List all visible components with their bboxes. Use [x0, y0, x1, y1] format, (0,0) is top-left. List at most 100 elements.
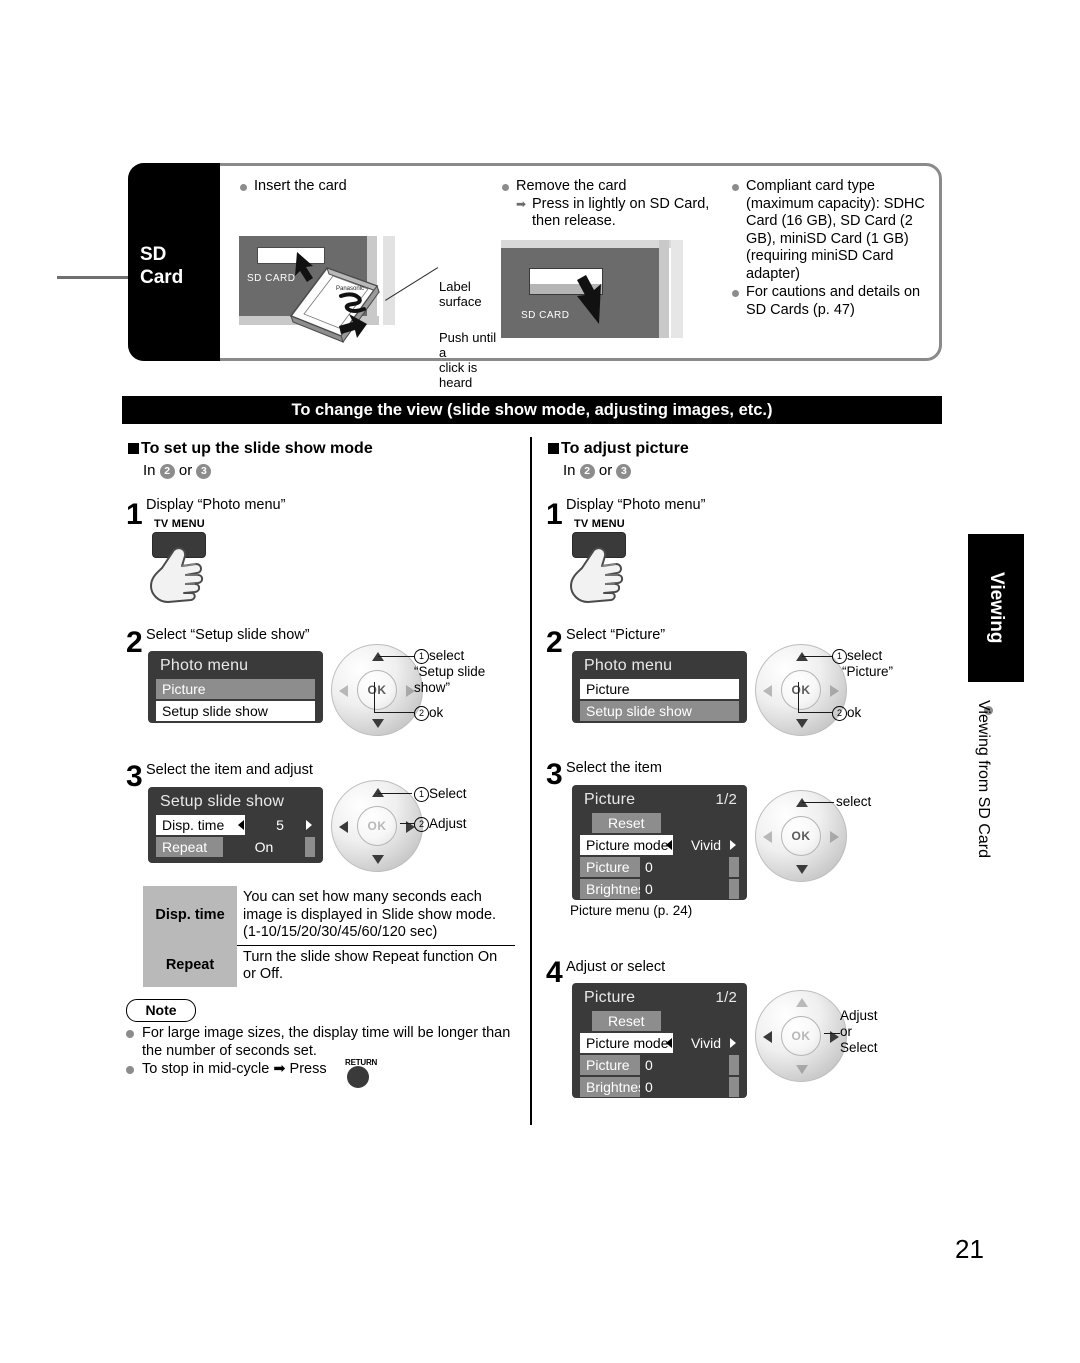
table-value-repeat: Turn the slide show Repeat function On o… [243, 948, 498, 983]
dpad-down-icon[interactable] [796, 719, 808, 728]
press-arrow-graphic [577, 275, 601, 324]
right-picture-menu-panel-2: 1/2 Picture Reset Picture mode Vivid Pic… [572, 983, 747, 1098]
dpad-ok-button[interactable]: OK [781, 670, 821, 710]
repeat-row[interactable]: Repeat On [156, 837, 315, 857]
dpad-down-icon[interactable] [796, 1065, 808, 1074]
brightness-value-2: 0 [640, 1077, 729, 1097]
picture-mode-row[interactable]: Picture mode Vivid [580, 835, 739, 855]
right-photo-menu-row-picture[interactable]: Picture [580, 679, 739, 699]
sd-tab-rule [57, 276, 129, 279]
left-step-3-number: 3 [126, 760, 143, 793]
left-photo-menu-title: Photo menu [160, 657, 249, 674]
dpad-down-icon[interactable] [796, 865, 808, 874]
right-column-heading: To adjust picture [548, 440, 689, 458]
circled-number-3: 3 [196, 464, 212, 479]
right-step-3-number: 3 [546, 758, 563, 791]
picture-mode-left-arrow-icon-2[interactable] [666, 1038, 672, 1048]
section-banner: To change the view (slide show mode, adj… [122, 396, 942, 424]
table-key-disp-time: Disp. time [143, 886, 237, 945]
dpad-ok-button[interactable]: OK [781, 816, 821, 856]
dpad-right-icon[interactable] [830, 831, 839, 843]
dpad-down-icon[interactable] [372, 855, 384, 864]
bullet-square-icon [548, 443, 559, 454]
left-step3-note-1: 1 Select [414, 786, 467, 802]
picture-level-row[interactable]: Picture 0 [580, 857, 739, 877]
picture-reset-button[interactable]: Reset [592, 813, 661, 833]
disp-time-right-arrow-icon[interactable] [306, 820, 312, 830]
disp-time-row[interactable]: Disp. time 5 [156, 815, 315, 835]
insert-card-heading: Insert the card [239, 178, 499, 196]
page-number: 21 [955, 1234, 984, 1264]
dpad-right-icon[interactable] [830, 685, 839, 697]
left-step2-leader-2 [374, 712, 414, 713]
right-step3-dpad[interactable]: OK [755, 790, 847, 882]
right-step-1-number: 1 [546, 498, 563, 531]
dpad-left-icon[interactable] [763, 1031, 772, 1043]
circled-number-3: 3 [616, 464, 632, 479]
dpad-ok-button[interactable]: OK [357, 670, 397, 710]
disp-time-value: 5 [245, 815, 315, 835]
left-photo-menu-row-picture[interactable]: Picture [156, 679, 315, 699]
circled-number-2: 2 [159, 464, 175, 479]
remove-card-detail: Press in lightly on SD Card, then releas… [516, 196, 731, 231]
right-tv-menu-button-group[interactable]: TV MENU [566, 518, 676, 608]
right-photo-menu-row-setup-slide-show[interactable]: Setup slide show [580, 701, 739, 721]
side-tab-subtitle-wrap: Viewing from SD Card [974, 700, 1004, 960]
picture-level-value-2: 0 [640, 1055, 729, 1075]
note-item-2: To stop in mid-cycle ➡ Press [126, 1060, 442, 1078]
dpad-ok-button[interactable]: OK [357, 806, 397, 846]
right-step4-dpad[interactable]: OK [755, 990, 847, 1082]
picture-level-value: 0 [640, 857, 729, 877]
right-picture-menu-title: 1/2 Picture [584, 791, 737, 808]
right-step2-leader-1 [802, 656, 832, 657]
side-tab-title: Viewing [986, 572, 1007, 644]
right-step-3-text: Select the item [566, 760, 662, 776]
dpad-left-icon[interactable] [763, 831, 772, 843]
table-key-repeat: Repeat [143, 945, 237, 987]
circled-number-2: 2 [579, 464, 595, 479]
picture-level-row-2[interactable]: Picture 0 [580, 1055, 739, 1075]
right-step-2-text: Select “Picture” [566, 627, 666, 643]
sd-tab-label-line2: Card [140, 267, 184, 288]
disp-time-left-arrow-icon[interactable] [238, 820, 244, 830]
left-tv-menu-button-group[interactable]: TV MENU [146, 518, 256, 608]
brightness-row[interactable]: Brightness 0 [580, 879, 739, 899]
table-row: Repeat Turn the slide show Repeat functi… [143, 945, 515, 987]
dpad-ok-button[interactable]: OK [781, 1016, 821, 1056]
brightness-row-2[interactable]: Brightness 0 [580, 1077, 739, 1097]
right-step2-leader-2 [798, 712, 832, 713]
right-step3-leader [802, 802, 834, 803]
right-photo-menu-title: Photo menu [584, 657, 673, 674]
tv-menu-label: TV MENU [574, 518, 625, 530]
dpad-up-icon[interactable] [796, 998, 808, 1007]
right-step2-note-2: 2 ok [832, 705, 861, 721]
right-step-2-number: 2 [546, 626, 563, 659]
right-step-4-text: Adjust or select [566, 959, 666, 975]
left-photo-menu-row-setup-slide-show[interactable]: Setup slide show [156, 701, 315, 721]
slide-show-settings-table: Disp. time You can set how many seconds … [143, 886, 515, 987]
picture-mode-row-2[interactable]: Picture mode Vivid [580, 1033, 739, 1053]
left-step2-dpad[interactable]: OK [331, 644, 423, 736]
return-button-icon[interactable] [347, 1066, 369, 1088]
tv-menu-label: TV MENU [154, 518, 205, 530]
table-row: Disp. time You can set how many seconds … [143, 886, 515, 946]
right-step-4-number: 4 [546, 956, 563, 989]
picture-mode-left-arrow-icon[interactable] [666, 840, 672, 850]
left-step2-leader-2b [374, 682, 375, 713]
note-item-1: For large image sizes, the display time … [126, 1024, 534, 1060]
remove-card-column: Remove the card Press in lightly on SD C… [501, 178, 731, 338]
dpad-left-icon[interactable] [339, 685, 348, 697]
right-picture-menu-title-2: 1/2 Picture [584, 989, 737, 1006]
column-divider [530, 437, 532, 1125]
side-tab-viewing: Viewing [968, 534, 1024, 682]
dpad-left-icon[interactable] [763, 685, 772, 697]
dpad-down-icon[interactable] [372, 719, 384, 728]
left-step2-note-1: 1 select “Setup slide show” [414, 648, 486, 695]
left-step-1-text: Display “Photo menu” [146, 497, 286, 513]
picture-mode-right-arrow-icon[interactable] [730, 840, 736, 850]
picture-reset-button-2[interactable]: Reset [592, 1011, 661, 1031]
picture-mode-right-arrow-icon-2[interactable] [730, 1038, 736, 1048]
left-column-heading: To set up the slide show mode [128, 440, 373, 458]
dpad-left-icon[interactable] [339, 821, 348, 833]
left-setup-slide-show-title: Setup slide show [160, 793, 285, 810]
